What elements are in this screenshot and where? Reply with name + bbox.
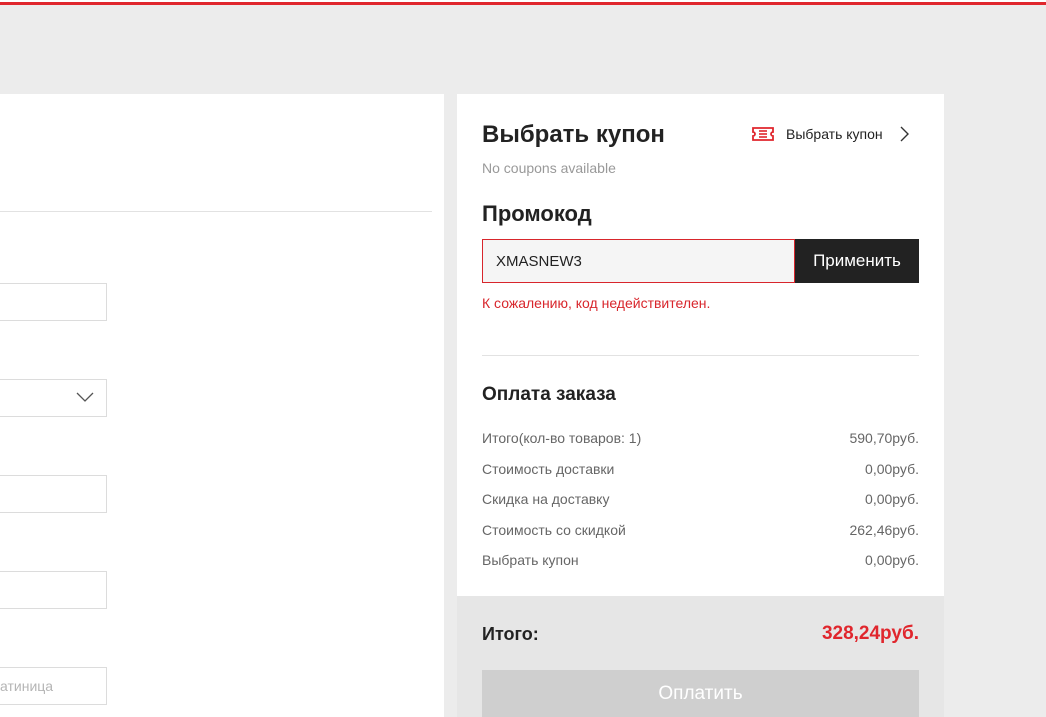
pay-button[interactable]: Оплатить — [482, 670, 919, 717]
total-label: Итого: — [482, 624, 539, 644]
select-coupon-link[interactable]: Выбрать купон — [752, 124, 909, 144]
card-divider — [482, 355, 919, 356]
summary-label: Скидка на доставку — [482, 491, 610, 507]
form-field-4[interactable] — [0, 571, 107, 609]
summary-value: 0,00руб. — [865, 460, 919, 477]
select-coupon-label: Выбрать купон — [786, 126, 883, 142]
form-field-3[interactable] — [0, 475, 107, 513]
total-bar: Итого: 328,24руб. Оплатить — [457, 596, 944, 717]
summary-row-coupon: Выбрать купон 0,00руб. — [482, 552, 919, 583]
promo-title: Промокод — [482, 201, 592, 226]
apply-promo-button[interactable]: Применить — [795, 239, 919, 283]
summary-value: 0,00руб. — [865, 552, 919, 568]
payment-summary: Итого(кол-во товаров: 1) 590,70руб. Стои… — [482, 430, 919, 583]
coupon-status: No coupons available — [482, 160, 616, 176]
form-field-1[interactable] — [0, 283, 107, 321]
form-field-5[interactable]: атиница — [0, 667, 107, 705]
summary-label: Выбрать купон — [482, 552, 579, 568]
form-select[interactable] — [0, 379, 107, 417]
summary-row-subtotal: Итого(кол-во товаров: 1) 590,70руб. — [482, 430, 919, 461]
summary-label: Стоимость доставки — [482, 460, 615, 477]
promo-code-input[interactable] — [482, 239, 795, 283]
shipping-form-panel: атиница — [0, 94, 444, 717]
chevron-right-icon — [900, 126, 909, 142]
summary-row-shipping-discount: Скидка на доставку 0,00руб. — [482, 491, 919, 522]
coupon-title: Выбрать купон — [482, 121, 665, 148]
form-divider — [0, 211, 432, 212]
summary-row-discounted-price: Стоимость со скидкой 262,46руб. — [482, 522, 919, 553]
summary-label: Итого(кол-во товаров: 1) — [482, 430, 642, 446]
top-accent-bar — [0, 0, 1046, 5]
summary-row-shipping: Стоимость доставки 0,00руб. — [482, 461, 919, 492]
summary-value: 262,46руб. — [849, 521, 919, 538]
order-summary-card: Выбрать купон Выбрать купон No coupons a… — [457, 94, 944, 596]
payment-title: Оплата заказа — [482, 384, 616, 405]
field-placeholder: атиница — [0, 678, 54, 694]
total-value: 328,24руб. — [821, 623, 919, 644]
summary-value: 0,00руб. — [865, 491, 919, 507]
ticket-icon — [752, 127, 774, 141]
summary-value: 590,70руб. — [849, 430, 919, 446]
summary-label: Стоимость со скидкой — [482, 521, 626, 538]
promo-error-message: К сожалению, код недействителен. — [482, 295, 711, 311]
chevron-down-icon — [76, 392, 94, 402]
